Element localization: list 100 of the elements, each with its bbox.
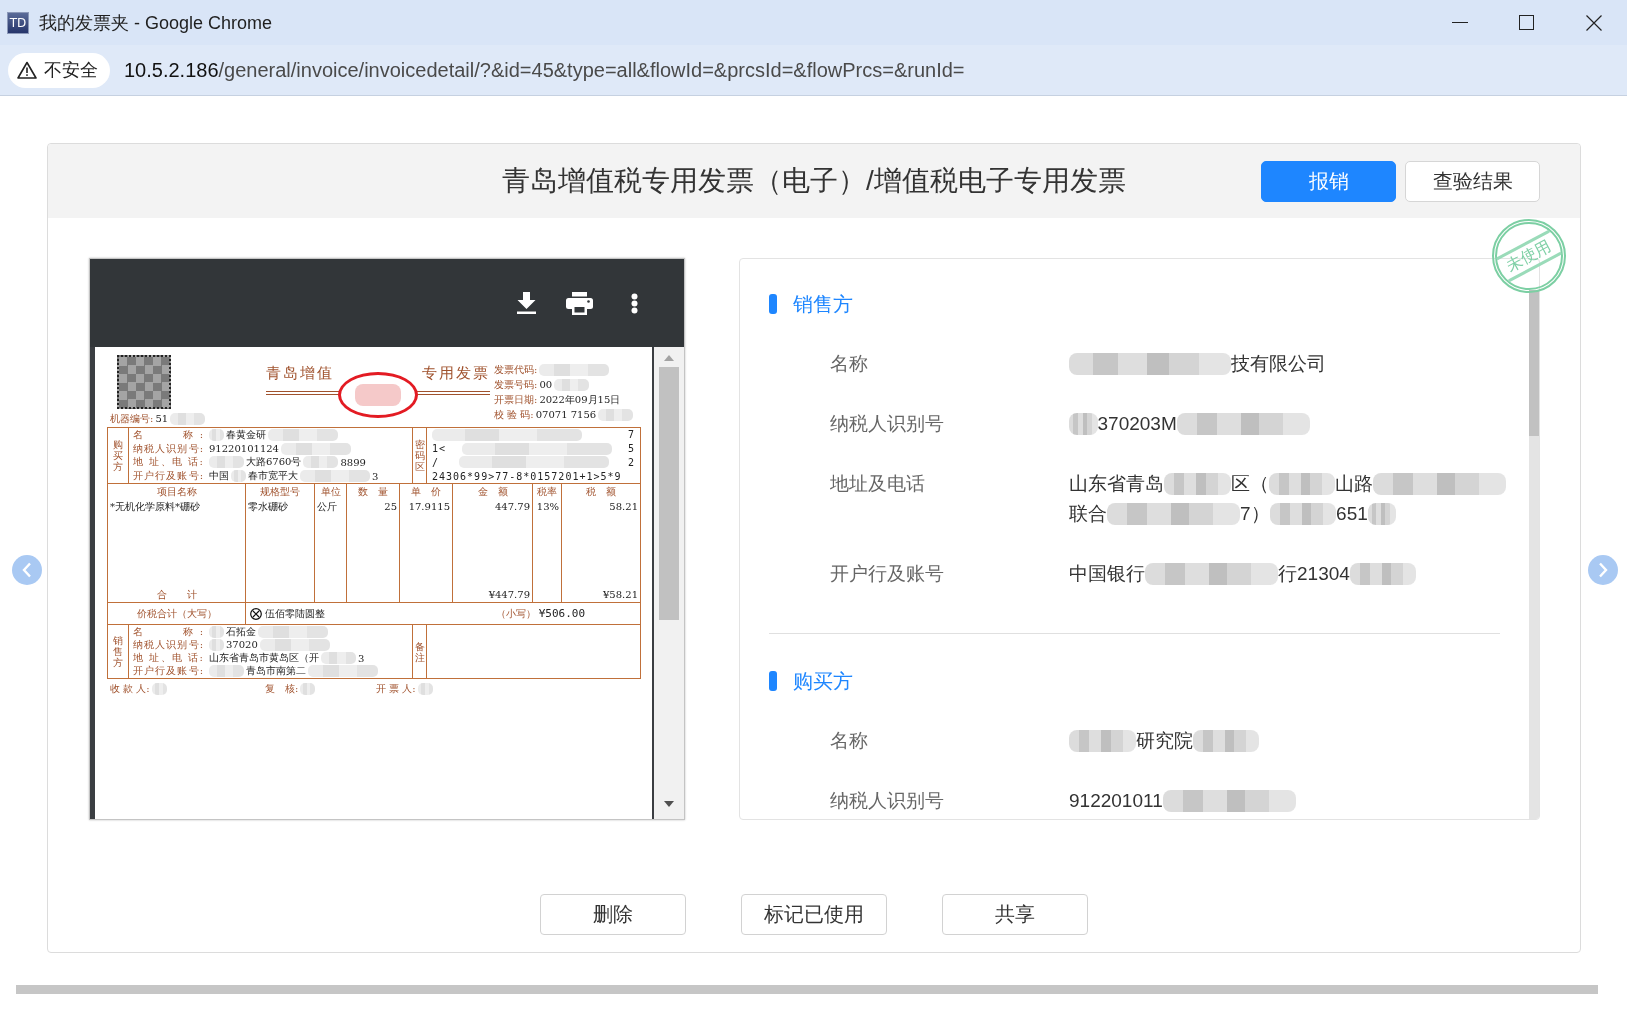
invoice-value: 大路6760号 (246, 455, 302, 470)
blurred-text (170, 412, 206, 425)
table-cell: 13% (536, 500, 559, 514)
blurred-text (209, 428, 224, 441)
side-label: 密码区 (414, 439, 425, 472)
blurred-text (300, 682, 316, 695)
table-cell: 17.9115 (408, 500, 450, 514)
field-label: 名称 (830, 352, 869, 376)
scroll-up-icon[interactable] (664, 355, 674, 361)
action-button[interactable]: 共享 (942, 894, 1088, 935)
column-header: 单 价 (411, 485, 441, 498)
amount-in-figures: ¥506.00 (538, 607, 585, 620)
invoice-label: 地 址、电 话: (133, 455, 203, 470)
horizontal-scrollbar[interactable] (16, 985, 1598, 994)
invoice-value: 3 (372, 470, 379, 482)
cross-circle-icon (250, 607, 262, 620)
blurred-text (417, 682, 433, 695)
app-logo: TD (7, 11, 29, 34)
table-cell: 公斤 (317, 500, 337, 514)
action-button[interactable]: 标记已使用 (741, 894, 887, 935)
action-button[interactable]: 删除 (540, 894, 686, 935)
address-field[interactable]: 10.5.2.186/general/invoice/invoicedetail/?&id=45&type=all&flowId=&prcsId=&flowPrcs=&runId= (124, 58, 965, 82)
maximize-icon (1519, 15, 1534, 30)
blurred-text (554, 378, 590, 391)
scroll-down-icon[interactable] (664, 801, 674, 807)
blurred-text (151, 682, 167, 695)
section-marker-icon (769, 671, 777, 691)
cipher-text: 7 (627, 429, 635, 441)
invoice-label: 发票号码: (494, 377, 538, 392)
table-cell: *无机化学原料*硼砂 (110, 500, 200, 514)
column-header: 规格型号 (260, 485, 300, 498)
invoice-label: 地 址、电 话: (133, 651, 203, 665)
chevron-right-icon (1598, 562, 1608, 578)
invoice-value: 37020 (226, 639, 258, 651)
total-value: ¥58.21 (603, 588, 638, 601)
invoice-value: 春黄金研 (226, 427, 266, 442)
invoice-value: 山东省青岛市黄岛区（开 (209, 651, 319, 665)
field-value: 区（ (1230, 472, 1269, 496)
window-title: 我的发票夹 - Google Chrome (39, 11, 273, 35)
side-label: 备注 (414, 640, 425, 663)
invoice-label: 纳税人识别号: (133, 637, 203, 652)
invoice-value: 中国 (209, 469, 229, 484)
previous-button[interactable] (12, 555, 42, 585)
invoice-label: 开户行及账号: (133, 664, 203, 679)
cipher-text: / (432, 456, 440, 468)
blurred-text (1367, 503, 1397, 525)
column-header: 税率 (537, 485, 557, 498)
invoice-label: 名 称: (133, 624, 203, 639)
table-cell: 447.79 (495, 500, 530, 514)
field-value: 山东省青岛 (1069, 472, 1164, 496)
side-label: 销售方 (113, 635, 123, 668)
field-value: 研究院 (1135, 729, 1193, 753)
blurred-text (598, 408, 634, 421)
total-value: ¥447.79 (488, 588, 530, 601)
invoice-value: 07071 7156 (535, 409, 597, 420)
scrollbar-thumb[interactable] (1529, 290, 1539, 436)
download-icon[interactable] (517, 292, 536, 314)
scrollbar-thumb[interactable] (659, 367, 679, 620)
field-value: 联合 (1069, 502, 1107, 526)
invoice-value: 91220101124 (209, 443, 279, 455)
section-marker-icon (769, 294, 777, 314)
invoice-label: 发票代码: (494, 362, 538, 377)
field-value: 370203M (1097, 412, 1177, 436)
field-value: 行21304 (1278, 562, 1350, 586)
blurred-text (1349, 563, 1417, 585)
security-chip[interactable]: 不安全 (8, 52, 110, 88)
invoice-value: 3 (358, 652, 365, 664)
next-button[interactable] (1588, 555, 1618, 585)
invoice-label: 复 核: (265, 681, 299, 696)
cipher-text: 1< (432, 443, 447, 455)
total-label: 合 计 (156, 588, 197, 601)
action-button[interactable]: 查验结果 (1405, 160, 1540, 202)
total-label: 价税合计（大写） (136, 606, 217, 621)
invoice-value: 51 (155, 413, 169, 424)
more-options-icon[interactable] (631, 292, 638, 314)
invoice-value: 2022年09月15日 (539, 392, 621, 407)
invoice-label: 开 票 人: (376, 681, 416, 696)
blurred-text (268, 428, 338, 441)
field-value: 651 (1336, 502, 1368, 526)
field-value: 技有限公司 (1230, 352, 1326, 376)
table-cell: 25 (384, 500, 397, 514)
field-value: 912201011 (1069, 789, 1163, 813)
column-header: 项目名称 (156, 485, 197, 498)
invoice-value: 青岛市南第二 (246, 664, 306, 679)
invoice-value: 石拓金 (226, 624, 256, 639)
column-header: 金 额 (477, 485, 508, 498)
invoice-title: 专用发票 (422, 363, 490, 383)
print-icon[interactable] (566, 291, 593, 315)
blurred-text (1192, 730, 1259, 752)
warning-icon (17, 61, 37, 79)
close-icon (1585, 14, 1602, 31)
blurred-text (1069, 413, 1098, 435)
invoice-label: 开户行及账号: (133, 469, 203, 484)
blurred-text (1069, 730, 1136, 752)
cipher-text: 2 (627, 456, 635, 468)
cipher-text: 5 (627, 443, 635, 455)
amount-in-words: 伍佰零陆圆整 (265, 606, 325, 621)
action-button[interactable]: 报销 (1261, 160, 1396, 202)
chevron-left-icon (22, 562, 32, 578)
field-label: 纳税人识别号 (830, 789, 945, 813)
